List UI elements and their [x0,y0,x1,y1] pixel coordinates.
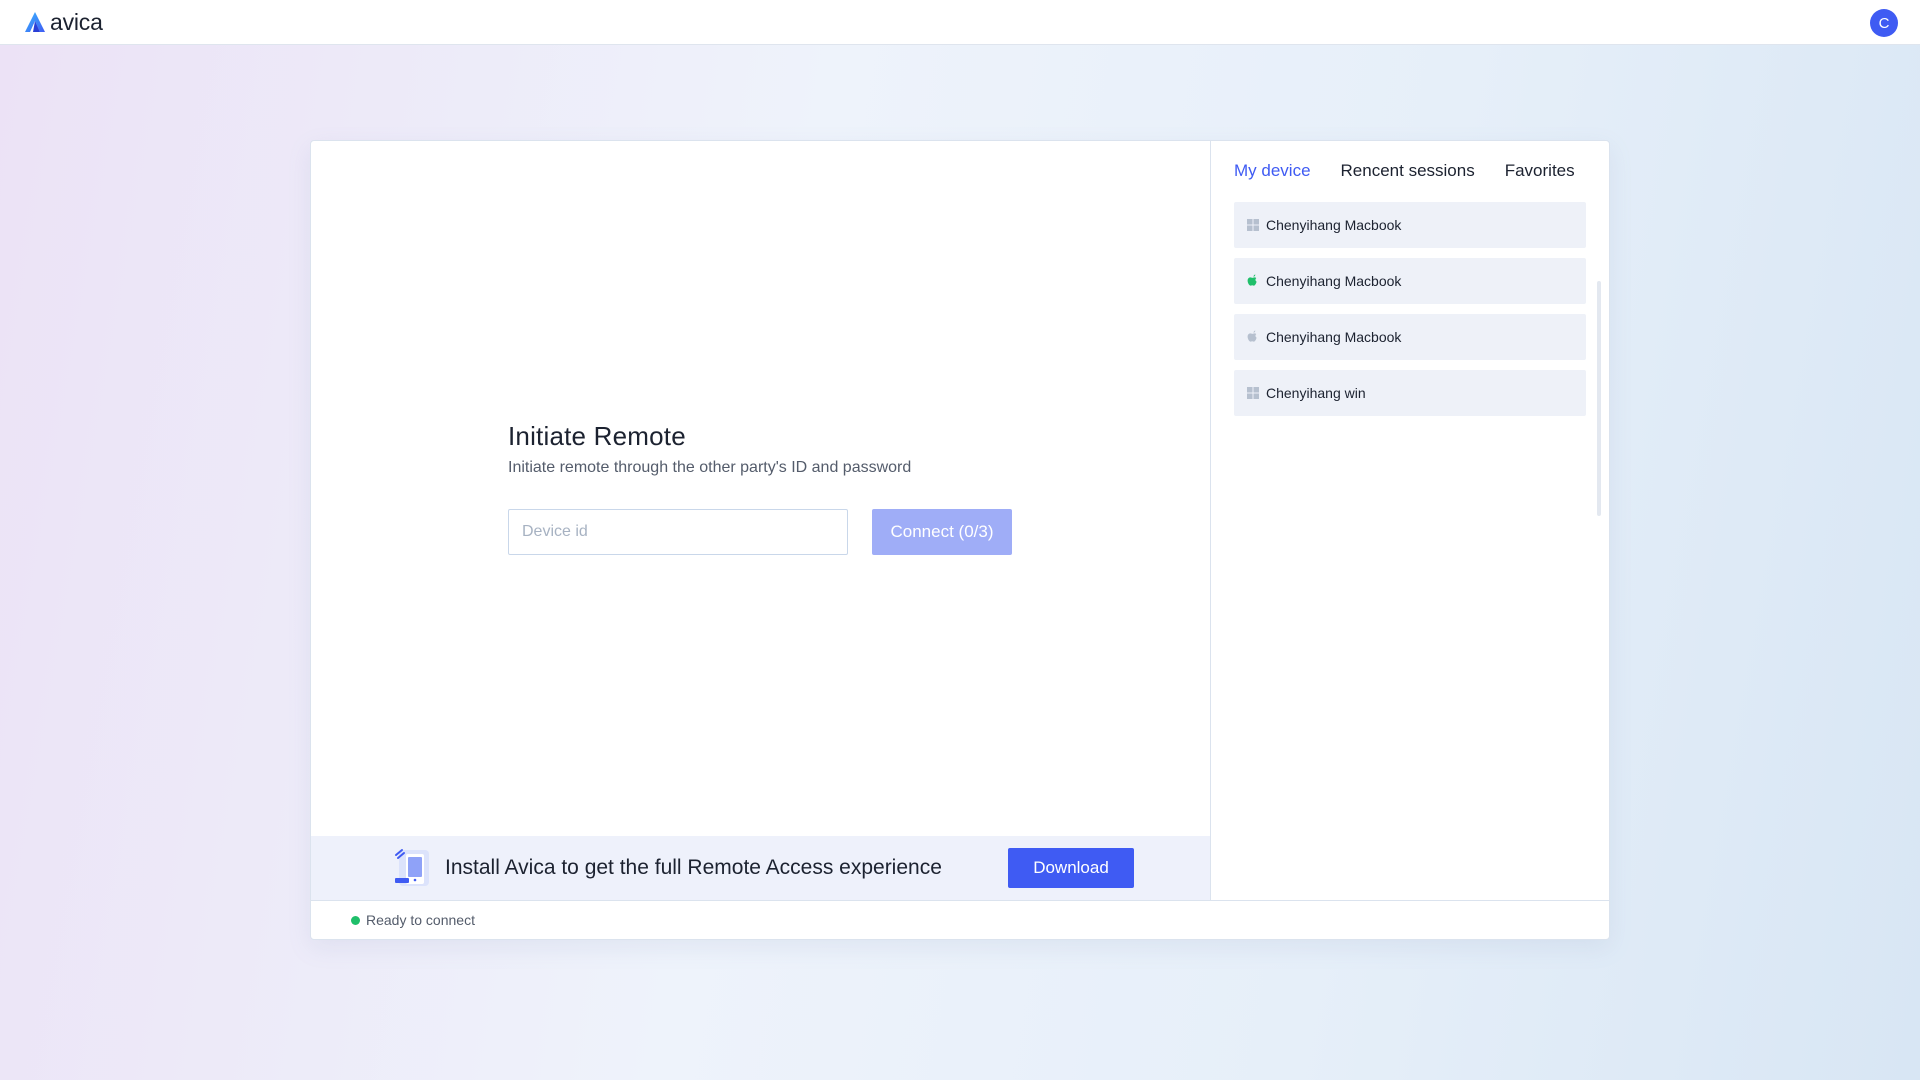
device-name: Chenyihang Macbook [1266,217,1402,233]
user-avatar[interactable]: C [1870,9,1898,37]
devices-tabs: My device Rencent sessions Favorites [1234,159,1605,183]
device-list-item[interactable]: Chenyihang win [1234,370,1586,416]
windows-icon [1246,387,1259,400]
device-list-item[interactable]: Chenyihang Macbook [1234,202,1586,248]
page-subtitle: Initiate remote through the other party'… [508,459,912,476]
device-list-item[interactable]: Chenyihang Macbook [1234,314,1586,360]
device-name: Chenyihang Macbook [1266,329,1402,345]
download-button[interactable]: Download [1008,848,1134,888]
install-banner: Install Avica to get the full Remote Acc… [311,836,1210,900]
status-bar: Ready to connect [311,900,1609,939]
remote-form: Initiate Remote Initiate remote through … [508,419,1028,555]
tab-recent-sessions[interactable]: Rencent sessions [1341,159,1475,183]
status-text: Ready to connect [366,912,475,928]
device-name: Chenyihang win [1266,385,1366,401]
avica-logo-icon [25,12,45,32]
install-banner-content: Install Avica to get the full Remote Acc… [393,848,942,888]
connect-row: Connect (0/3) [508,509,1012,555]
apple-icon [1246,274,1259,288]
windows-icon [1246,219,1259,232]
avica-logo[interactable]: avica [24,10,103,34]
device-list-scrollbar[interactable] [1597,281,1601,516]
status-indicator-icon [351,915,360,925]
device-id-input[interactable] [508,509,848,555]
devices-pane: My device Rencent sessions Favorites Che… [1211,141,1609,900]
tab-my-device[interactable]: My device [1234,159,1311,183]
page-title: Initiate Remote [508,421,686,451]
app-name: avica [50,9,103,35]
initiate-remote-pane: Initiate Remote Initiate remote through … [311,141,1211,900]
phone-device-icon [395,849,429,886]
device-list: Chenyihang Macbook Chenyihang Macbook Ch… [1234,202,1586,426]
top-header: avica C [0,0,1920,45]
device-list-item[interactable]: Chenyihang Macbook [1234,258,1586,304]
connect-button[interactable]: Connect (0/3) [872,509,1012,555]
remote-card: Initiate Remote Initiate remote through … [310,140,1610,940]
connection-status: Ready to connect [351,912,475,928]
tab-favorites[interactable]: Favorites [1505,159,1575,183]
device-name: Chenyihang Macbook [1266,273,1402,289]
apple-icon [1246,330,1259,344]
install-banner-text: Install Avica to get the full Remote Acc… [445,856,942,879]
